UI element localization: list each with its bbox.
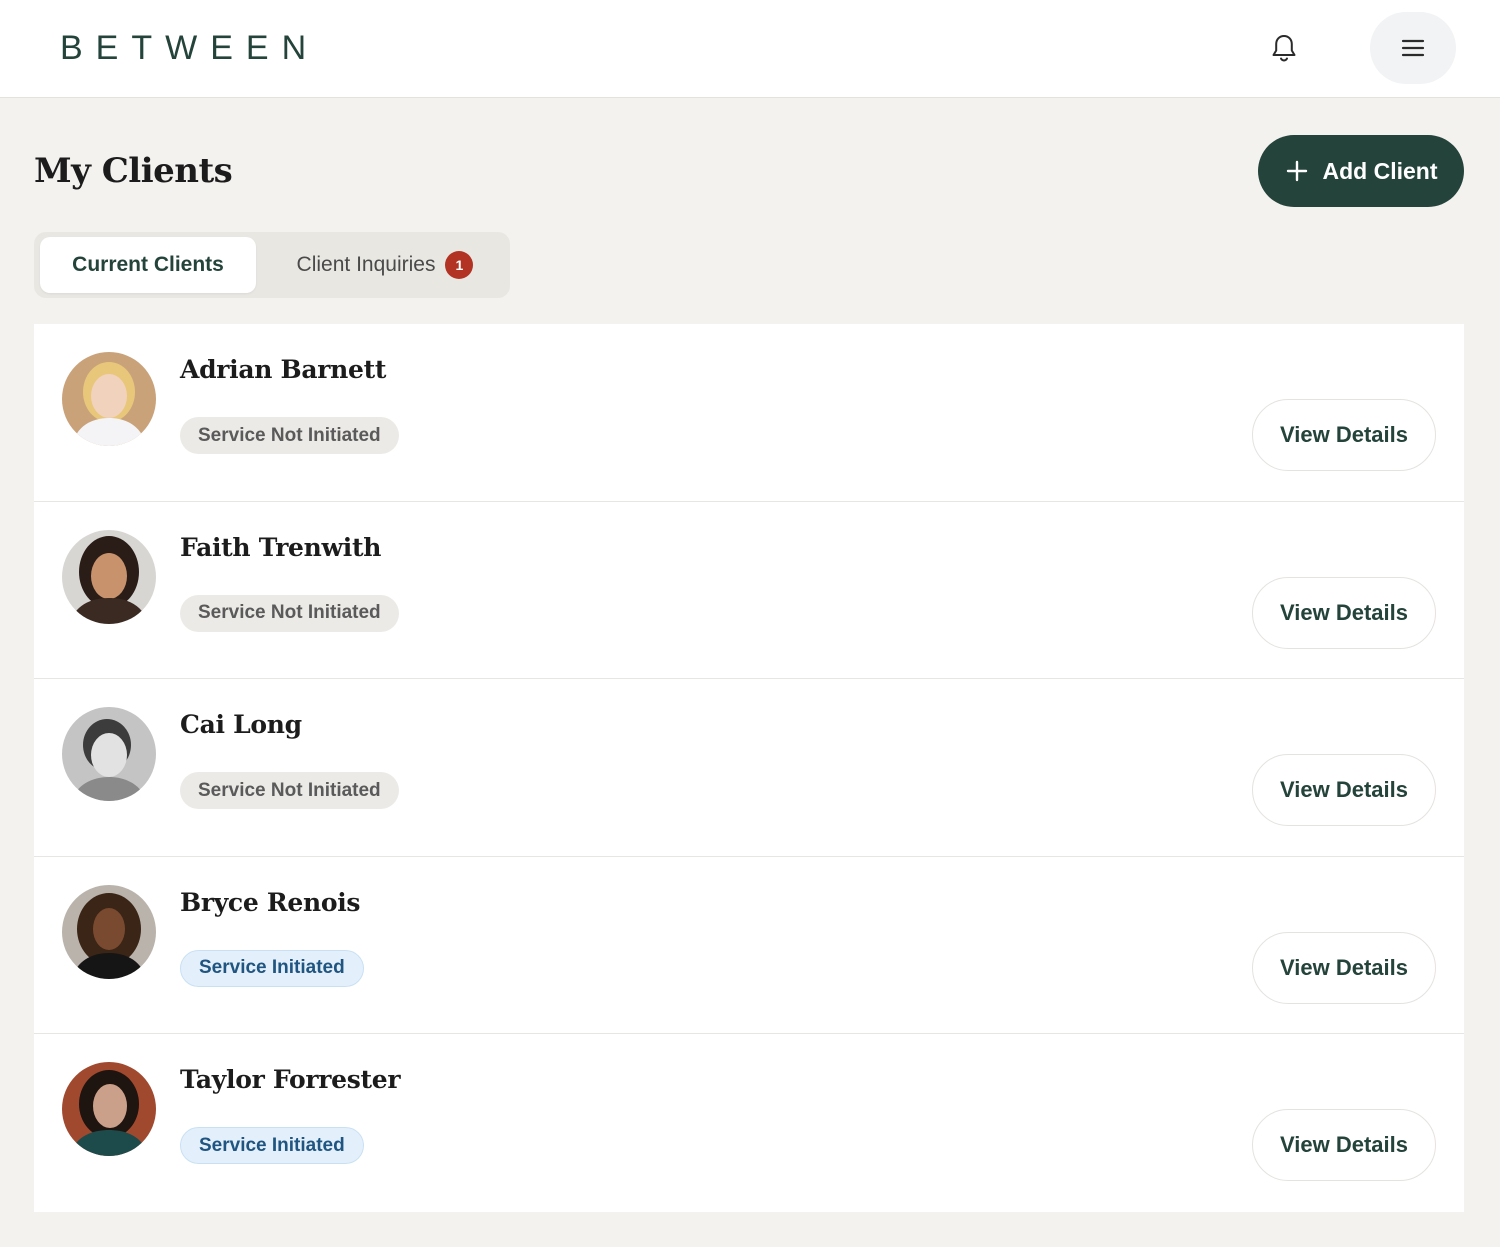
status-badge: Service Not Initiated (180, 772, 399, 809)
client-name[interactable]: Adrian Barnett (180, 352, 386, 388)
avatar[interactable] (62, 529, 156, 624)
avatar[interactable] (62, 1062, 156, 1156)
plus-icon (1285, 159, 1309, 183)
avatar[interactable] (62, 884, 156, 979)
view-details-button[interactable]: View Details (1252, 931, 1436, 1004)
inquiries-count-badge: 1 (445, 251, 474, 279)
client-name[interactable]: Bryce Renois (180, 885, 360, 921)
top-header: BETWEEN (0, 0, 1500, 98)
client-name[interactable]: Cai Long (180, 707, 302, 743)
view-details-button[interactable]: View Details (1252, 399, 1436, 471)
client-list: Adrian Barnett Service Not Initiated Vie… (34, 324, 1464, 1212)
add-client-label: Add Client (1322, 157, 1438, 184)
view-details-button[interactable]: View Details (1252, 576, 1436, 649)
client-row: Adrian Barnett Service Not Initiated Vie… (34, 324, 1464, 502)
view-details-button[interactable]: View Details (1252, 1109, 1436, 1181)
client-name[interactable]: Taylor Forrester (180, 1062, 401, 1098)
status-badge: Service Not Initiated (180, 594, 399, 632)
tab-current-clients[interactable]: Current Clients (40, 237, 256, 293)
status-badge: Service Initiated (180, 949, 364, 987)
status-badge: Service Not Initiated (180, 417, 399, 454)
client-name[interactable]: Faith Trenwith (180, 530, 381, 566)
status-badge: Service Initiated (180, 1127, 364, 1164)
avatar[interactable] (62, 352, 156, 446)
client-row: Taylor Forrester Service Initiated View … (34, 1034, 1464, 1212)
client-row: Cai Long Service Not Initiated View Deta… (34, 679, 1464, 857)
hamburger-menu-button[interactable] (1370, 12, 1456, 84)
client-tabs: Current Clients Client Inquiries 1 (34, 232, 510, 298)
tab-label: Current Clients (72, 253, 224, 276)
client-row: Faith Trenwith Service Not Initiated Vie… (34, 502, 1464, 679)
between-logo[interactable]: BETWEEN (60, 28, 319, 68)
tab-label: Client Inquiries (296, 253, 436, 276)
bell-icon[interactable] (1264, 28, 1304, 68)
avatar[interactable] (62, 707, 156, 801)
page-title: My Clients (34, 151, 233, 191)
tab-client-inquiries[interactable]: Client Inquiries 1 (270, 237, 500, 293)
add-client-button[interactable]: Add Client (1258, 135, 1464, 207)
client-row: Bryce Renois Service Initiated View Deta… (34, 857, 1464, 1034)
hamburger-menu-icon (1401, 39, 1425, 57)
view-details-button[interactable]: View Details (1252, 754, 1436, 826)
